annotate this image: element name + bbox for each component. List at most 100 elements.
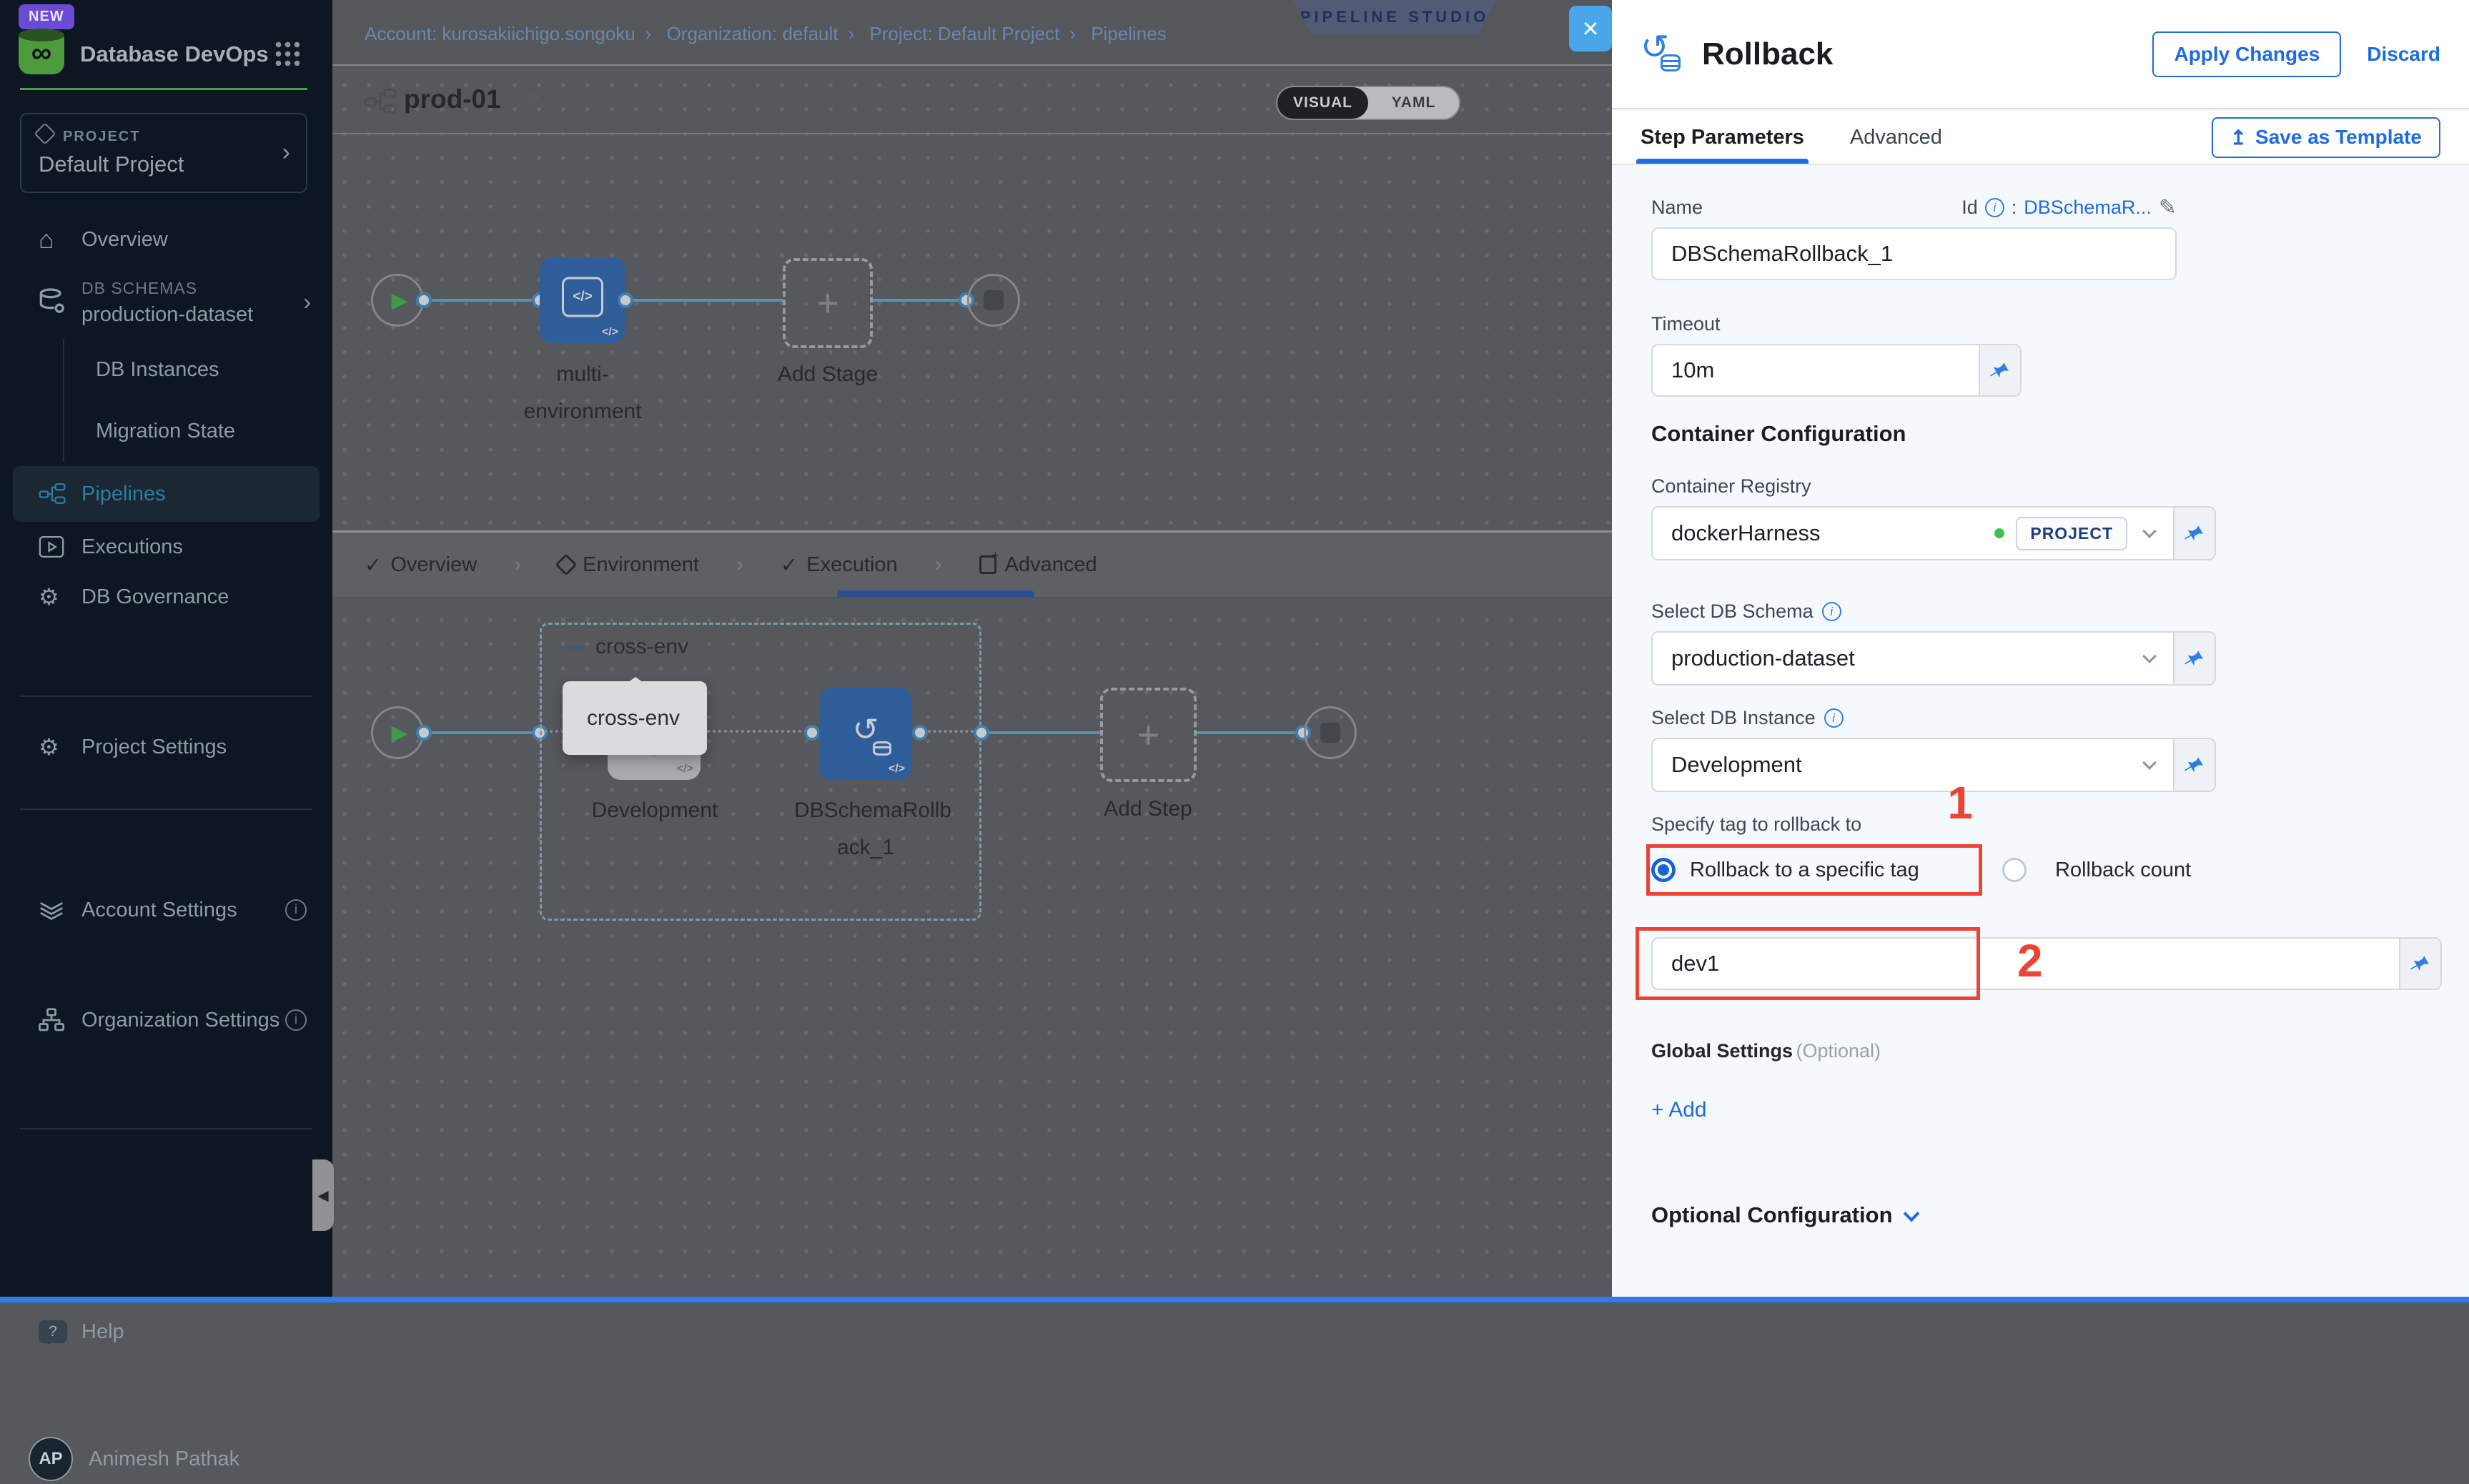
project-selector[interactable]: PROJECT Default Project › [20,113,307,193]
annotation-number-2: 2 [2017,934,2043,987]
user-menu[interactable]: AP Animesh Pathak [0,1434,332,1484]
sidebar-collapse-button[interactable]: ◀ [312,1159,334,1231]
db-schema-icon [39,287,81,316]
sidebar-item-organization-settings[interactable]: Organization Settings i [0,995,332,1045]
chevron-right-icon: › [303,289,311,315]
sidebar-item-pipelines[interactable]: Pipelines [13,466,320,522]
sidebar-item-project-settings[interactable]: ⚙ Project Settings [0,722,332,772]
toggle-visual[interactable]: VISUAL [1277,87,1368,119]
breadcrumb-project[interactable]: Project: Default Project [869,23,1059,44]
app-logo-icon[interactable]: ∞ [19,30,64,74]
add-step-label: Add Step [1077,791,1219,828]
connector-port [416,725,432,741]
connector-line [432,731,540,734]
sidebar-item-migration-state[interactable]: Migration State [64,400,332,462]
rollback-step-icon: ↺ [1641,31,1686,77]
drawer-content: Name Id i : DBSchemaR... ✎ Timeout Conta… [1612,165,2469,1302]
stage-tab-band: ✓ Overview › Environment › ✓ Execution ›… [332,530,1612,598]
advanced-icon [979,555,996,574]
scope-badge: PROJECT [2016,517,2127,550]
bottom-accent-bar [0,1297,2469,1302]
sidebar-item-db-schemas[interactable]: DB SCHEMAS production-dataset › [0,264,332,339]
chevron-down-icon[interactable] [2142,524,2157,538]
registry-value: dockerHarness [1653,508,1994,559]
toggle-yaml[interactable]: YAML [1368,87,1459,119]
db-schema-select[interactable]: production-dataset [1651,631,2216,686]
timeout-pin-button[interactable] [1979,345,2020,395]
step-node-dbschemarollback[interactable]: ↺ </> [819,688,912,780]
sidebar-item-executions[interactable]: Executions [0,522,332,572]
stop-icon [1320,723,1340,743]
info-icon[interactable]: i [1822,602,1841,621]
radio-specific-tag[interactable] [1651,858,1676,882]
breadcrumb-org[interactable]: Organization: default [667,23,838,44]
play-icon: ▶ [391,288,407,313]
tag-pin-button[interactable] [2399,939,2440,989]
connector-line [873,299,960,302]
chevron-down-icon[interactable] [2142,649,2157,663]
gear-icon: ⚙ [39,583,81,610]
edit-pencil-icon[interactable]: ✎ [518,91,543,109]
tab-step-advanced[interactable]: Advanced [1850,111,1942,164]
drawer-title: Rollback [1702,36,1833,72]
add-step-node[interactable]: + [1100,688,1197,782]
tab-execution[interactable]: ✓ Execution [781,553,898,578]
connector-line [989,731,1100,734]
edit-id-pencil-icon[interactable]: ✎ [2159,195,2177,220]
apply-changes-button[interactable]: Apply Changes [2152,31,2341,77]
sidebar-item-account-settings[interactable]: Account Settings i [0,885,332,935]
drawer-tabs: Step Parameters Advanced ↥ Save as Templ… [1612,111,2469,165]
save-as-template-button[interactable]: ↥ Save as Template [2212,117,2440,158]
avatar: AP [29,1437,73,1481]
home-icon: ⌂ [39,224,81,254]
breadcrumb[interactable]: Account: kurosakiichigo.songoku› Organiz… [365,23,1177,45]
db-schema-pin-button[interactable] [2173,633,2215,684]
radio-rollback-count[interactable] [2002,858,2027,882]
breadcrumb-account[interactable]: Account: kurosakiichigo.songoku [365,23,635,44]
connector-port [804,725,820,741]
active-tab-underline [837,590,1034,597]
info-icon[interactable]: i [1985,198,2004,217]
name-label: Name [1651,197,1703,219]
breadcrumb-pipelines[interactable]: Pipelines [1091,23,1167,44]
project-name: Default Project [39,152,184,177]
container-registry-select[interactable]: dockerHarness PROJECT [1651,506,2216,560]
visual-yaml-toggle[interactable]: VISUAL YAML [1276,86,1460,120]
db-instance-pin-button[interactable] [2173,739,2215,791]
step-group-cross-env[interactable] [540,623,981,921]
step-group-label[interactable]: — cross-env [563,635,688,659]
tab-advanced[interactable]: Advanced [979,553,1097,577]
module-grid-icon[interactable] [274,40,300,66]
tab-environment[interactable]: Environment [558,553,699,577]
sidebar-item-db-instances[interactable]: DB Instances [64,339,332,400]
add-stage-node[interactable]: + [783,258,873,348]
sidebar-item-help[interactable]: ? Help [0,1307,332,1357]
step-label-development: Development [590,792,719,829]
pin-icon [2182,753,2207,777]
discard-button[interactable]: Discard [2367,43,2440,66]
collapse-minus-icon[interactable]: — [563,635,584,659]
tab-overview[interactable]: ✓ Overview [365,553,477,578]
chevron-down-icon[interactable] [2142,756,2157,770]
pipeline-canvas: Account: kurosakiichigo.songoku› Organiz… [332,0,1612,1302]
custom-stage-icon: </> [562,277,603,317]
annotation-number-1: 1 [1947,776,1973,829]
name-input[interactable] [1653,229,2175,279]
tab-step-parameters[interactable]: Step Parameters [1641,111,1804,164]
sidebar-item-db-governance[interactable]: ⚙ DB Governance [0,572,332,622]
optional-configuration-toggle[interactable]: Optional Configuration [1651,1202,2469,1228]
timeout-input[interactable] [1653,345,1979,395]
code-icon: </> [677,763,693,776]
stop-icon [984,290,1004,310]
add-button[interactable]: + Add [1651,1098,2469,1122]
pipeline-studio-badge: PIPELINE STUDIO [1293,0,1496,34]
stage-node-multi-environment[interactable]: </> </> [540,257,625,343]
info-icon[interactable]: i [1824,708,1844,728]
breadcrumb-bar: Account: kurosakiichigo.songoku› Organiz… [332,0,1612,66]
tag-input-row: 2 [1651,937,2442,990]
sidebar-item-overview[interactable]: ⌂ Overview [0,214,332,264]
registry-pin-button[interactable] [2173,508,2215,559]
plus-icon: + [1137,713,1160,757]
db-instance-select[interactable]: Development [1651,738,2216,792]
close-icon[interactable]: × [1569,6,1612,51]
